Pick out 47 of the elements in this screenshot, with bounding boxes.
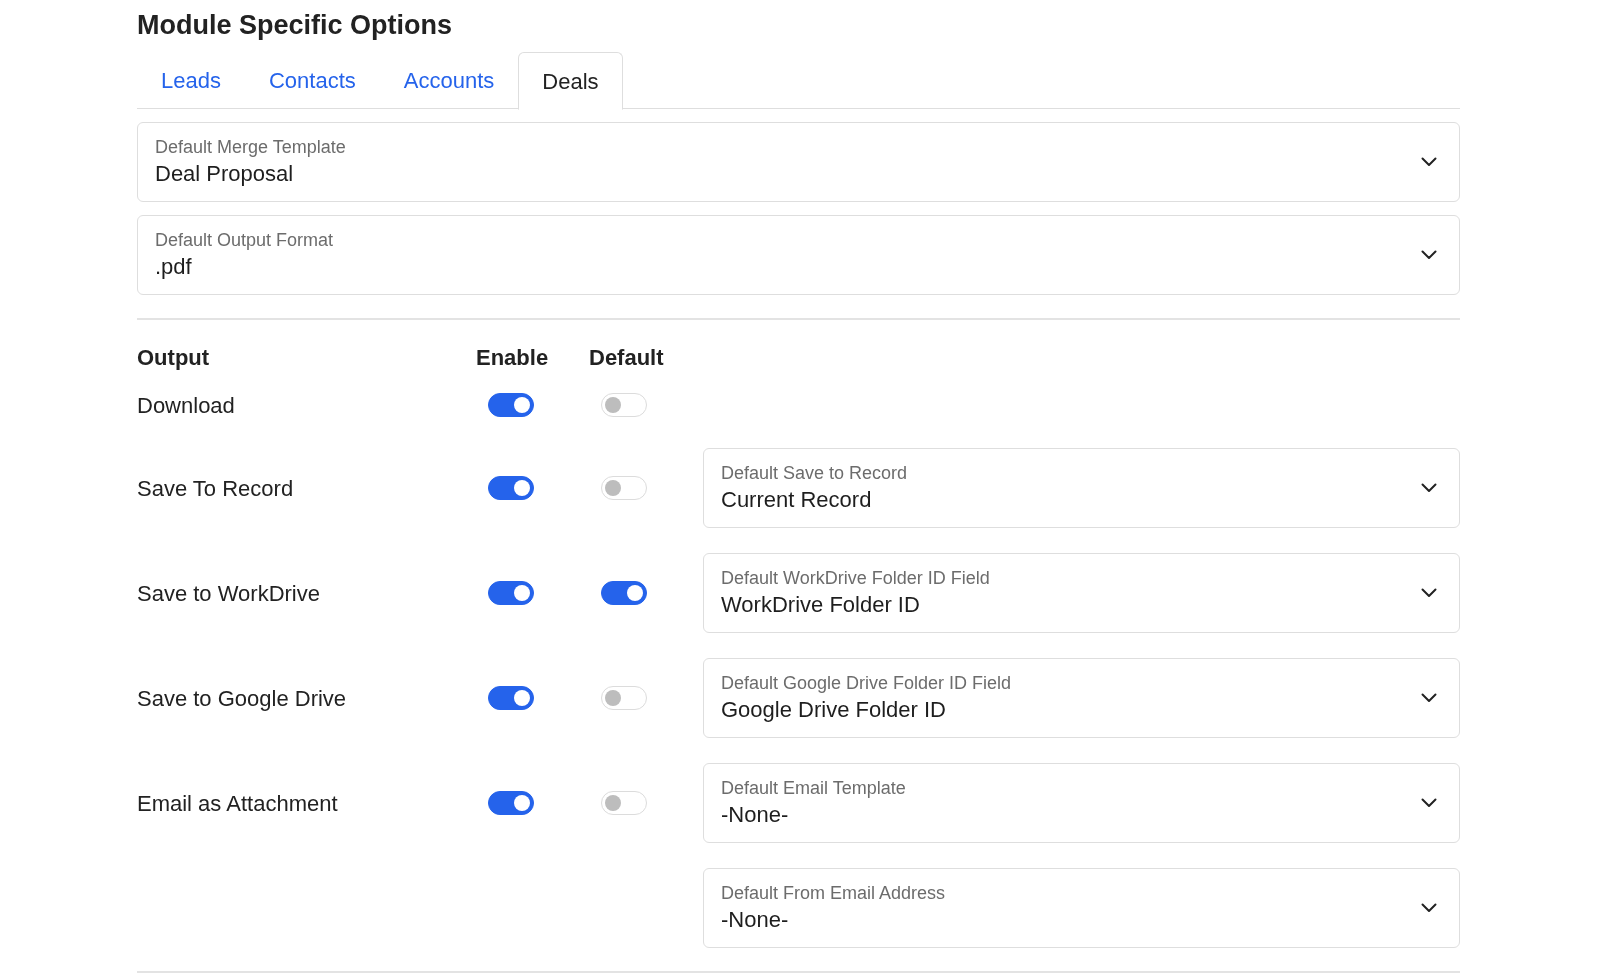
toggle-switch[interactable] xyxy=(488,476,534,500)
tab[interactable]: Contacts xyxy=(244,52,380,109)
chevron-down-icon xyxy=(1421,903,1437,913)
toggle-switch[interactable] xyxy=(488,686,534,710)
select-field[interactable]: Default Merge Template Deal Proposal xyxy=(137,122,1460,202)
select-field[interactable]: Default Save to Record Current Record xyxy=(703,448,1460,528)
field-label: Default Save to Record xyxy=(721,462,909,485)
toggle-switch[interactable] xyxy=(488,581,534,605)
toggle-switch[interactable] xyxy=(488,393,534,417)
field-value: Current Record xyxy=(721,486,873,514)
section-title: Module Specific Options xyxy=(137,9,454,42)
toggle-switch[interactable] xyxy=(488,791,534,815)
tab[interactable]: Deals xyxy=(518,52,623,110)
field-label: Default Output Format xyxy=(155,229,335,252)
field-label: Default From Email Address xyxy=(721,882,947,905)
field-value: -None- xyxy=(721,801,790,829)
output-label: Save To Record xyxy=(137,475,294,501)
field-value: -None- xyxy=(721,906,790,934)
output-label: Save to Google Drive xyxy=(137,685,347,711)
select-field[interactable]: Default WorkDrive Folder ID Field WorkDrive Folder ID xyxy=(703,553,1460,633)
column-header: Output xyxy=(137,343,211,372)
field-value: .pdf xyxy=(155,253,193,281)
field-label: Default WorkDrive Folder ID Field xyxy=(721,567,991,590)
output-label: Email as Attachment xyxy=(137,790,338,816)
chevron-down-icon xyxy=(1421,693,1437,703)
select-field[interactable]: Default Google Drive Folder ID Field Google Drive Folder ID xyxy=(703,658,1460,738)
chevron-down-icon xyxy=(1421,157,1437,167)
column-header: Enable xyxy=(476,343,550,372)
field-value: Google Drive Folder ID xyxy=(721,696,947,724)
tab[interactable]: Accounts xyxy=(379,52,519,109)
select-field[interactable]: Default From Email Address -None- xyxy=(703,868,1460,948)
column-header: Default xyxy=(589,343,664,372)
field-label: Default Email Template xyxy=(721,777,907,800)
chevron-down-icon xyxy=(1421,798,1437,808)
output-label: Download xyxy=(137,392,235,418)
toggle-switch[interactable] xyxy=(601,581,647,605)
field-value: WorkDrive Folder ID xyxy=(721,591,921,619)
field-value: Deal Proposal xyxy=(155,160,295,188)
chevron-down-icon xyxy=(1421,588,1437,598)
output-label: Save to WorkDrive xyxy=(137,580,320,606)
chevron-down-icon xyxy=(1421,483,1437,493)
field-label: Default Merge Template xyxy=(155,136,347,159)
field-label: Default Google Drive Folder ID Field xyxy=(721,672,1013,695)
select-field[interactable]: Default Email Template -None- xyxy=(703,763,1460,843)
tab[interactable]: Leads xyxy=(137,52,245,109)
select-field[interactable]: Default Output Format .pdf xyxy=(137,215,1460,295)
chevron-down-icon xyxy=(1421,250,1437,260)
